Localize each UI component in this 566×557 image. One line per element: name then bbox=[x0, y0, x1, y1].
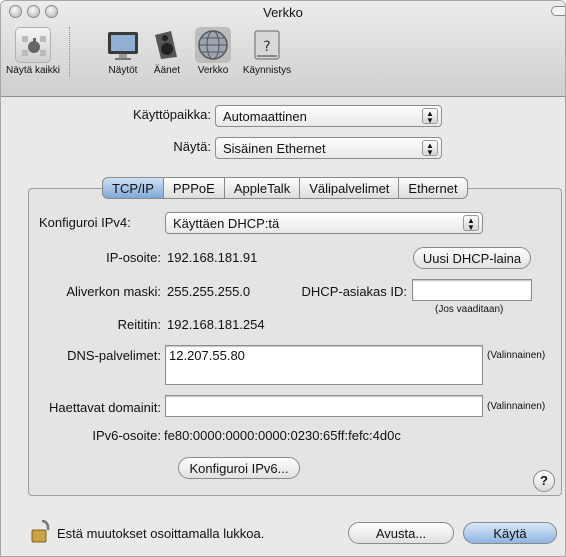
title-bar: Verkko bbox=[1, 1, 565, 23]
toolbar-label: Äänet bbox=[153, 65, 181, 76]
tab-tcpip[interactable]: TCP/IP bbox=[102, 177, 164, 199]
tab-appletalk[interactable]: AppleTalk bbox=[224, 177, 301, 199]
window-title: Verkko bbox=[263, 5, 303, 20]
toolbar-sounds[interactable]: Äänet bbox=[147, 23, 187, 76]
dns-servers-field[interactable]: 12.207.55.80 bbox=[165, 345, 483, 385]
ipv6-address-label: IPv6-osoite: bbox=[92, 428, 161, 443]
show-value: Sisäinen Ethernet bbox=[223, 141, 326, 156]
renew-dhcp-button[interactable]: Uusi DHCP-laina bbox=[413, 247, 531, 269]
network-preferences-window: Verkko Näytä kaikki Näytöt Äänet Verkko … bbox=[0, 0, 566, 557]
toolbar-separator bbox=[69, 27, 70, 77]
toolbar-label: Käynnistys bbox=[242, 65, 292, 76]
location-label: Käyttöpaikka: bbox=[132, 107, 211, 122]
assist-button[interactable]: Avusta... bbox=[348, 522, 454, 544]
popup-arrows-icon: ▲ ▼ bbox=[422, 108, 438, 125]
toolbar-area: Verkko Näytä kaikki Näytöt Äänet Verkko … bbox=[1, 1, 565, 97]
lock-text: Estä muutokset osoittamalla lukkoa. bbox=[57, 526, 265, 541]
dhcp-client-id-hint: (Jos vaaditaan) bbox=[435, 304, 504, 315]
toolbar-startup-disk[interactable]: ? Käynnistys bbox=[239, 23, 295, 76]
tab-bar: TCP/IP PPPoE AppleTalk Välipalvelimet Et… bbox=[102, 177, 468, 199]
help-button[interactable]: ? bbox=[533, 470, 555, 492]
tab-pppoe[interactable]: PPPoE bbox=[163, 177, 225, 199]
toolbar-show-all[interactable]: Näytä kaikki bbox=[3, 23, 63, 76]
dhcp-client-id-field[interactable] bbox=[412, 279, 532, 301]
toolbar-displays[interactable]: Näytöt bbox=[103, 23, 143, 76]
toolbar-label: Verkko bbox=[197, 65, 229, 76]
popup-arrows-icon: ▲ ▼ bbox=[422, 140, 438, 157]
dhcp-client-id-label: DHCP-asiakas ID: bbox=[301, 284, 407, 299]
location-value: Automaattinen bbox=[223, 109, 307, 124]
router-value: 192.168.181.254 bbox=[167, 317, 265, 332]
dns-optional-hint: (Valinnainen) bbox=[487, 350, 546, 361]
toolbar-toggle-button[interactable] bbox=[551, 6, 565, 16]
search-domains-label: Haettavat domainit: bbox=[48, 400, 161, 415]
router-label: Reititin: bbox=[117, 317, 161, 332]
configure-ipv4-value: Käyttäen DHCP:tä bbox=[173, 216, 280, 231]
display-icon bbox=[105, 27, 141, 63]
network-globe-icon bbox=[195, 27, 231, 63]
configure-ipv4-label: Konfiguroi IPv4: bbox=[39, 215, 131, 230]
configure-ipv4-popup[interactable]: Käyttäen DHCP:tä ▲ ▼ bbox=[165, 212, 483, 234]
show-popup[interactable]: Sisäinen Ethernet ▲ ▼ bbox=[215, 137, 442, 159]
tab-ethernet[interactable]: Ethernet bbox=[399, 177, 468, 199]
ipv6-address-value: fe80:0000:0000:0000:0230:65ff:fefc:4d0c bbox=[164, 428, 401, 443]
toolbar-label: Näytä kaikki bbox=[6, 65, 60, 76]
show-label: Näytä: bbox=[173, 139, 211, 154]
subnet-mask-value: 255.255.255.0 bbox=[167, 284, 251, 299]
svg-text:?: ? bbox=[263, 39, 270, 55]
lock-icon[interactable] bbox=[31, 519, 53, 543]
tab-panel bbox=[28, 188, 562, 496]
popup-arrows-icon: ▲ ▼ bbox=[463, 215, 479, 232]
ip-address-label: IP-osoite: bbox=[106, 250, 161, 265]
search-optional-hint: (Valinnainen) bbox=[487, 401, 546, 412]
tab-proxies[interactable]: Välipalvelimet bbox=[300, 177, 400, 199]
toolbar-network[interactable]: Verkko bbox=[191, 23, 235, 76]
apple-icon bbox=[15, 27, 51, 63]
apply-button[interactable]: Käytä bbox=[463, 522, 557, 544]
ip-address-value: 192.168.181.91 bbox=[167, 250, 258, 265]
search-domains-field[interactable] bbox=[165, 395, 483, 417]
speaker-icon bbox=[149, 27, 185, 63]
subnet-mask-label: Aliverkon maski: bbox=[66, 284, 161, 299]
toolbar-label: Näytöt bbox=[108, 65, 138, 76]
dns-servers-label: DNS-palvelimet: bbox=[67, 348, 161, 363]
configure-ipv6-button[interactable]: Konfiguroi IPv6... bbox=[178, 457, 300, 479]
location-popup[interactable]: Automaattinen ▲ ▼ bbox=[215, 105, 442, 127]
startup-disk-icon: ? bbox=[249, 27, 285, 63]
